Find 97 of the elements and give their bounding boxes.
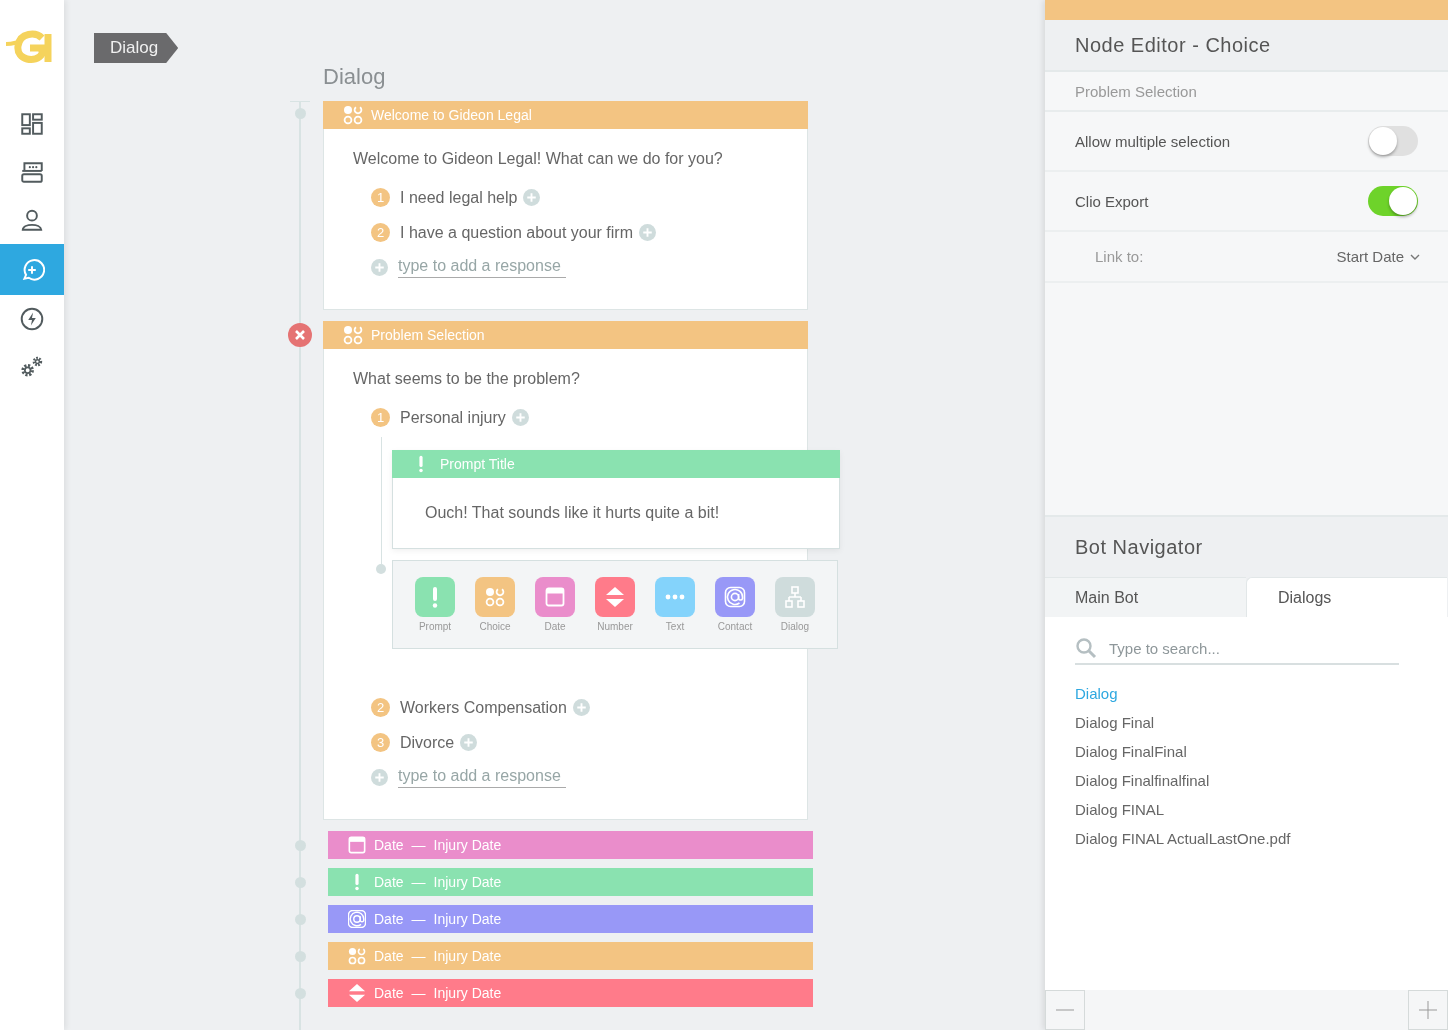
dialog-list-item[interactable]: Dialog (1045, 679, 1448, 708)
response-input[interactable]: type to add a response (398, 257, 566, 278)
panel-title: Bot Navigator (1075, 535, 1203, 559)
exclamation-icon (419, 455, 423, 473)
node-type-label: Date (374, 948, 404, 964)
plus-button[interactable] (1408, 990, 1448, 1030)
node-type-button[interactable]: Dialog (765, 577, 825, 632)
delete-button[interactable] (288, 323, 312, 347)
search-icon (1075, 637, 1097, 659)
node-type-label: Date (374, 985, 404, 1001)
link-label: Link to: (1095, 248, 1144, 265)
prompt-message: Ouch! That sounds like it hurts quite a bit! (425, 504, 720, 522)
node-type-button[interactable]: Contact (705, 577, 765, 632)
response-input[interactable]: type to add a response (398, 767, 566, 788)
chevron-down-icon (1410, 253, 1420, 260)
at-sign-icon (715, 577, 755, 617)
dashboard-icon (19, 111, 45, 137)
minus-button[interactable] (1045, 990, 1085, 1030)
add-response-icon[interactable] (371, 769, 388, 786)
navigator-tab[interactable]: Main Bot (1045, 577, 1246, 617)
dialog-list-item[interactable]: Dialog Final (1045, 708, 1448, 737)
node-header[interactable]: Welcome to Gideon Legal (323, 101, 808, 129)
node-type-label: Date (374, 874, 404, 890)
node-type-button[interactable]: Text (645, 577, 705, 632)
prompt-title: Prompt Title (440, 456, 515, 472)
dialog-list-item[interactable]: Dialog FINAL (1045, 795, 1448, 824)
node-title: Welcome to Gideon Legal (371, 107, 532, 123)
breadcrumb[interactable]: Dialog (94, 33, 179, 63)
canvas-title: Dialog (323, 63, 387, 91)
separator-dash: — (411, 948, 426, 964)
collapsed-node[interactable]: Date — Injury Date (328, 868, 813, 896)
response-label: I have a question about your firm (400, 223, 634, 242)
separator-dash: — (411, 911, 426, 927)
up-down-icon (595, 577, 635, 617)
node-title: Injury Date (433, 948, 502, 964)
calendar-icon (535, 577, 575, 617)
dots-icon (655, 577, 695, 617)
node-name: Problem Selection (1075, 82, 1197, 100)
response-label: Personal injury (400, 408, 506, 427)
setting-label: Allow multiple selection (1075, 132, 1231, 150)
link-dropdown[interactable]: Start Date (1336, 248, 1420, 265)
dialog-list-item[interactable]: Dialog FINAL ActualLastOne.pdf (1045, 824, 1448, 853)
node-title: Injury Date (433, 874, 502, 890)
up-down-icon (348, 984, 366, 1002)
panel-title: Node Editor - Choice (1075, 33, 1271, 57)
exclamation-icon (355, 873, 359, 891)
plus-icon (1419, 1001, 1437, 1019)
message-card-icon (19, 159, 45, 185)
calendar-icon (348, 836, 366, 854)
response-label: Workers Compensation (400, 698, 567, 717)
close-icon (294, 329, 306, 341)
node-type-button[interactable]: Prompt (405, 577, 465, 632)
response-label: Divorce (400, 733, 455, 752)
collapsed-node[interactable]: Date — Injury Date (328, 942, 813, 970)
node-type-label: Date (374, 837, 404, 853)
navigator-tab[interactable]: Dialogs (1246, 577, 1447, 617)
node-question: Welcome to Gideon Legal! What can we do for you? (353, 149, 724, 169)
add-button[interactable] (572, 699, 590, 716)
collapsed-node[interactable]: Date — Injury Date (328, 831, 813, 859)
node-type-label: Date (374, 911, 404, 927)
node-title: Injury Date (433, 985, 502, 1001)
exclamation-icon (415, 577, 455, 617)
lightning-icon (19, 306, 45, 332)
collapsed-node[interactable]: Date — Injury Date (328, 905, 813, 933)
node-title: Injury Date (433, 837, 502, 853)
add-button[interactable] (639, 224, 657, 241)
node-title: Problem Selection (371, 327, 485, 343)
setting-label: Clio Export (1075, 192, 1149, 210)
dialog-list-item[interactable]: Dialog Finalfinalfinal (1045, 766, 1448, 795)
node-type-button[interactable]: Choice (465, 577, 525, 632)
node-type-button[interactable]: Date (525, 577, 585, 632)
response-label: I need legal help (400, 188, 518, 207)
user-icon (19, 207, 45, 233)
separator-dash: — (411, 985, 426, 1001)
choice-icon (343, 325, 363, 345)
node-question: What seems to be the problem? (353, 369, 581, 389)
add-button[interactable] (460, 734, 478, 751)
add-response-icon[interactable] (371, 259, 388, 276)
hierarchy-icon (775, 577, 815, 617)
node-header[interactable]: Problem Selection (323, 321, 808, 349)
node-type-button[interactable]: Number (585, 577, 645, 632)
choice-icon (475, 577, 515, 617)
collapsed-node[interactable]: Date — Injury Date (328, 979, 813, 1007)
separator-dash: — (411, 874, 426, 890)
add-button[interactable] (511, 409, 529, 426)
choice-icon (343, 105, 363, 125)
separator-dash: — (411, 837, 426, 853)
gears-icon (19, 354, 45, 380)
dialog-list-item[interactable]: Dialog FinalFinal (1045, 737, 1448, 766)
search-input[interactable]: Type to search... (1107, 638, 1399, 658)
toggle-switch[interactable] (1368, 126, 1418, 156)
choice-icon (348, 947, 366, 965)
at-sign-icon (348, 910, 366, 928)
add-button[interactable] (523, 189, 541, 206)
node-title: Injury Date (433, 911, 502, 927)
toggle-switch[interactable] (1368, 186, 1418, 216)
minus-icon (1056, 1009, 1074, 1011)
